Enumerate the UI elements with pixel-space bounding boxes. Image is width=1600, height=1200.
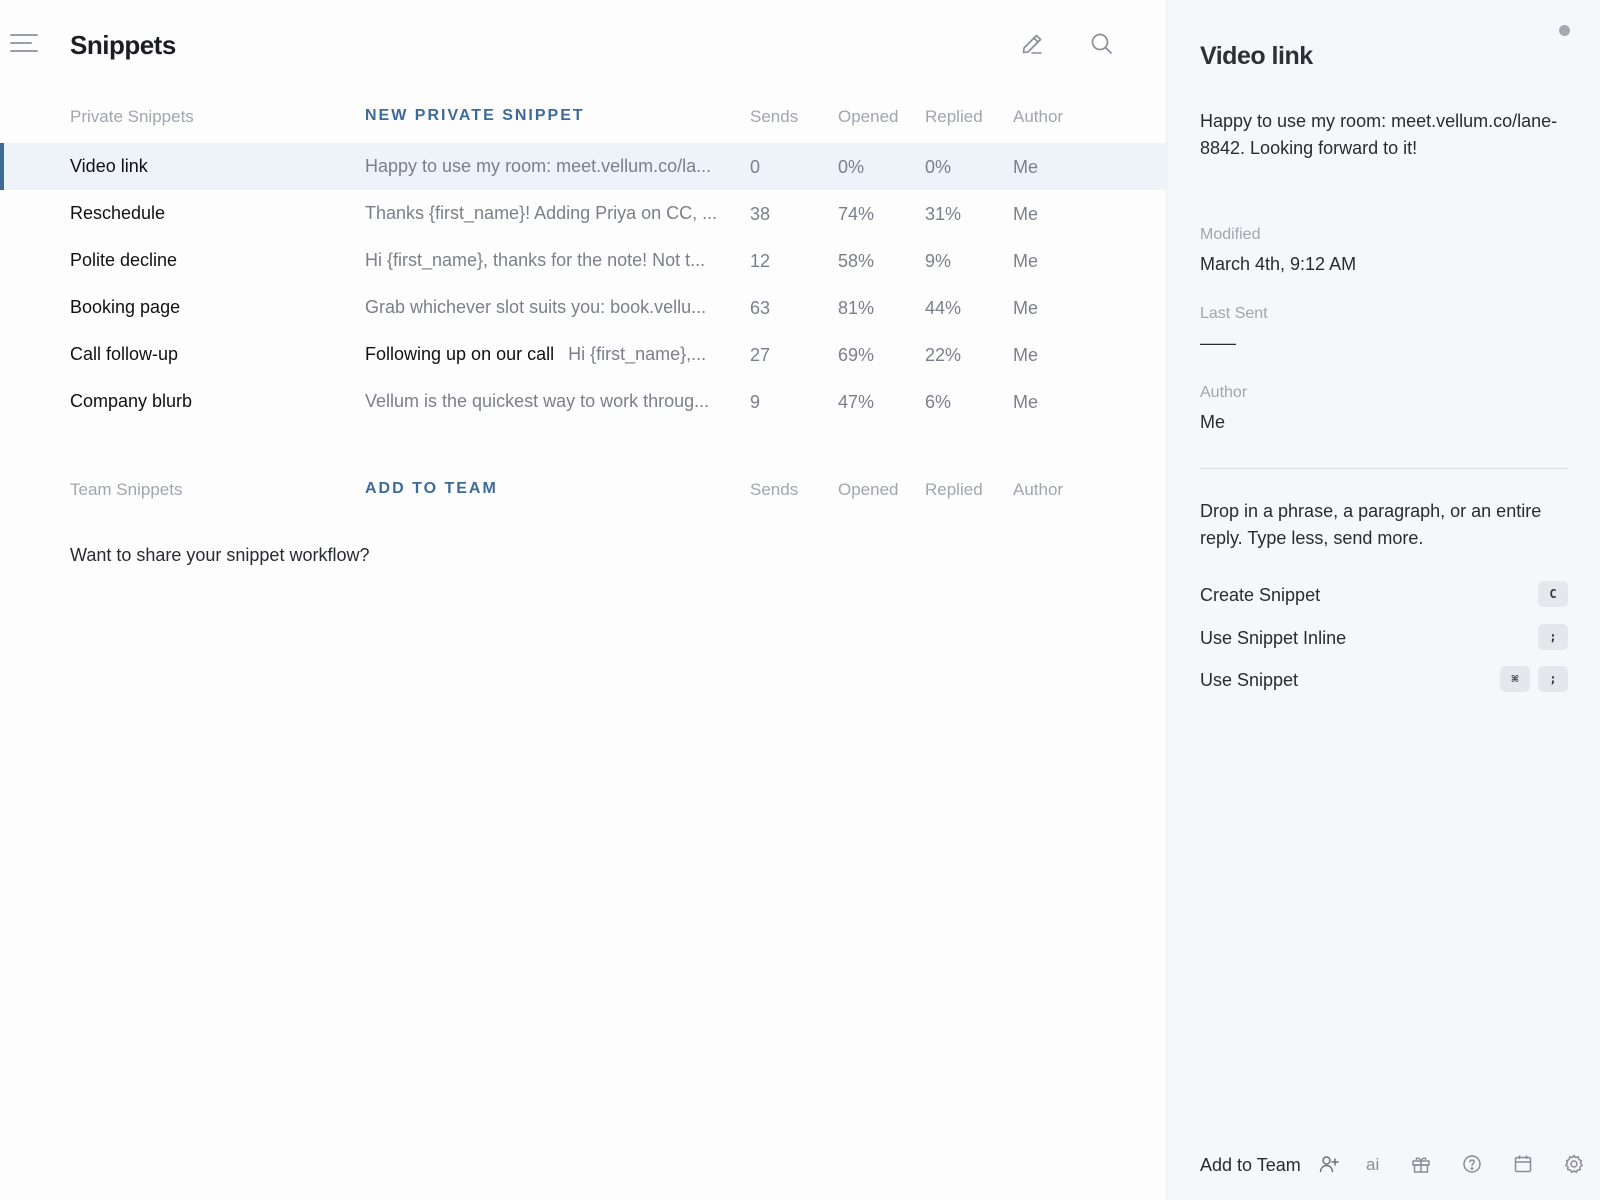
column-header-opened[interactable]: Opened (838, 480, 899, 500)
snippet-opened: 81% (838, 298, 875, 318)
panel-footer: Add to Team ai (1200, 1151, 1583, 1181)
column-header-author[interactable]: Author (1013, 107, 1063, 127)
help-icon[interactable] (1461, 1153, 1483, 1175)
snippet-preview: Thanks {first_name}! Adding Priya on CC,… (365, 203, 718, 223)
snippet-author: Me (1013, 345, 1039, 365)
snippet-opened: 47% (838, 392, 875, 412)
snippet-replied: 22% (925, 345, 962, 365)
key-cap: ; (1538, 624, 1568, 650)
snippet-name: Reschedule (70, 203, 166, 223)
snippet-replied: 44% (925, 298, 962, 318)
snippet-detail-panel: Video link Happy to use my room: meet.ve… (1166, 0, 1600, 1200)
snippet-replied: 0% (925, 157, 952, 177)
snippet-opened: 0% (838, 157, 865, 177)
hamburger-menu-icon[interactable] (10, 34, 40, 54)
command-key-cap: ⌘ (1500, 666, 1530, 692)
snippet-preview-text: Hi {first_name},... (568, 344, 707, 364)
snippet-author: Me (1013, 157, 1039, 177)
new-private-snippet-button[interactable]: NEW PRIVATE SNIPPET (365, 107, 585, 125)
last-sent-value: —— (1200, 333, 1236, 353)
snippet-preview: Hi {first_name}, thanks for the note! No… (365, 250, 706, 270)
column-header-sends[interactable]: Sends (750, 480, 798, 500)
snippet-row[interactable]: Call follow-up Following up on our call H… (0, 331, 1166, 378)
snippet-replied: 9% (925, 251, 952, 271)
snippet-author: Me (1013, 298, 1039, 318)
snippet-preview: Happy to use my room: meet.vellum.co/la.… (365, 156, 712, 176)
snippet-name: Video link (70, 156, 148, 176)
snippet-opened: 58% (838, 251, 875, 271)
column-header-replied[interactable]: Replied (925, 107, 983, 127)
snippet-opened: 74% (838, 204, 875, 224)
key-cap: C (1538, 581, 1568, 607)
detail-title: Video link (1200, 42, 1313, 70)
column-header-sends[interactable]: Sends (750, 107, 798, 127)
modified-value: March 4th, 9:12 AM (1200, 254, 1357, 274)
snippet-row[interactable]: Video link Happy to use my room: meet.ve… (0, 143, 1166, 190)
snippet-row[interactable]: Booking page Grab whichever slot suits y… (0, 284, 1166, 331)
column-header-author[interactable]: Author (1013, 480, 1063, 500)
add-to-team-link[interactable]: Add to Team (1200, 1155, 1301, 1176)
snippet-name: Call follow-up (70, 344, 179, 364)
snippet-replied: 31% (925, 204, 962, 224)
shortcut-label: Use Snippet Inline (1200, 628, 1347, 648)
shortcut-use-snippet-inline[interactable]: Use Snippet Inline ; (1200, 624, 1568, 652)
pencil-icon[interactable] (1018, 30, 1046, 58)
gear-icon[interactable] (1563, 1153, 1585, 1175)
snippet-sends: 27 (750, 345, 771, 365)
divider (1200, 468, 1568, 469)
ai-button[interactable]: ai (1366, 1155, 1379, 1175)
calendar-icon[interactable] (1512, 1153, 1534, 1175)
last-sent-label: Last Sent (1200, 305, 1268, 322)
snippet-row[interactable]: Company blurb Vellum is the quickest way… (0, 378, 1166, 425)
snippet-name: Company blurb (70, 391, 193, 411)
author-value: Me (1200, 412, 1226, 432)
snippet-author: Me (1013, 392, 1039, 412)
snippet-row[interactable]: Polite decline Hi {first_name}, thanks f… (0, 237, 1166, 284)
key-cap: ; (1538, 666, 1568, 692)
snippet-subject: Following up on our call (365, 344, 555, 364)
section-label: Private Snippets (70, 107, 194, 126)
author-label: Author (1200, 384, 1248, 401)
team-empty-text: Want to share your snippet workflow? (70, 545, 370, 565)
shortcut-label: Create Snippet (1200, 585, 1321, 605)
modified-label: Modified (1200, 226, 1261, 243)
shortcut-create-snippet[interactable]: Create Snippet C (1200, 581, 1568, 609)
snippet-preview: Vellum is the quickest way to work throu… (365, 391, 710, 411)
snippet-preview: Grab whichever slot suits you: book.vell… (365, 297, 707, 317)
column-header-replied[interactable]: Replied (925, 480, 983, 500)
snippet-opened: 69% (838, 345, 875, 365)
snippet-row[interactable]: Reschedule Thanks {first_name}! Adding P… (0, 190, 1166, 237)
snippet-author: Me (1013, 204, 1039, 224)
page-title: Snippets (70, 30, 176, 60)
add-user-icon[interactable] (1318, 1153, 1340, 1175)
snippet-preview: Following up on our call Hi {first_name},… (365, 344, 730, 365)
team-snippets-header: Team Snippets ADD TO TEAM Sends Opened R… (0, 480, 1166, 504)
detail-body: Happy to use my room: meet.vellum.co/lan… (1200, 111, 1558, 158)
snippet-sends: 63 (750, 298, 771, 318)
search-icon[interactable] (1088, 30, 1116, 58)
snippet-name: Booking page (70, 297, 181, 317)
snippet-replied: 6% (925, 392, 952, 412)
shortcut-label: Use Snippet (1200, 670, 1299, 690)
snippet-sends: 0 (750, 157, 761, 177)
snippet-author: Me (1013, 251, 1039, 271)
status-dot (1559, 25, 1570, 36)
section-label: Team Snippets (70, 480, 183, 499)
private-snippets-header: Private Snippets NEW PRIVATE SNIPPET Sen… (0, 107, 1166, 131)
snippet-description: Drop in a phrase, a paragraph, or an ent… (1200, 501, 1542, 548)
shortcut-use-snippet[interactable]: Use Snippet ⌘ ; (1200, 666, 1568, 694)
snippet-sends: 9 (750, 392, 761, 412)
snippet-sends: 12 (750, 251, 771, 271)
gift-icon[interactable] (1410, 1153, 1432, 1175)
snippet-sends: 38 (750, 204, 771, 224)
add-to-team-button[interactable]: ADD TO TEAM (365, 480, 498, 498)
snippet-name: Polite decline (70, 250, 178, 270)
snippets-main-pane: Snippets Private Snippets NEW PRIVATE SN… (0, 0, 1166, 1200)
column-header-opened[interactable]: Opened (838, 107, 899, 127)
